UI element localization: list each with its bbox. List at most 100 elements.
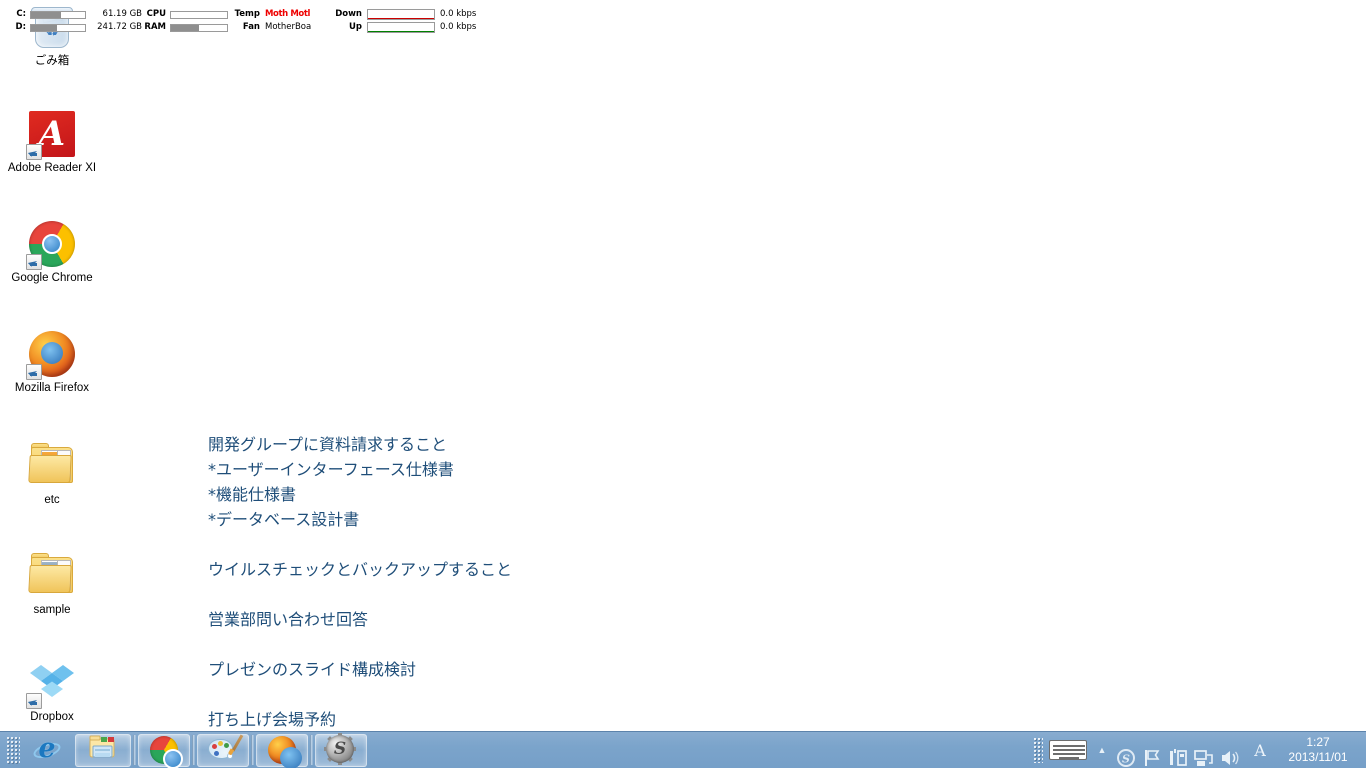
ime-keyboard-icon[interactable] — [1049, 740, 1087, 760]
flag-icon[interactable] — [1142, 739, 1164, 766]
paint-palette-icon — [208, 734, 244, 765]
note-line: 開発グループに資料請求すること — [208, 435, 448, 454]
taskbar-separator — [310, 735, 313, 765]
dropbox-icon — [26, 660, 76, 709]
shortcut-overlay-icon — [26, 364, 42, 380]
temp-label: Temp — [234, 9, 260, 19]
network-icon[interactable] — [1194, 739, 1216, 766]
desktop-icon-label: etc — [44, 494, 60, 506]
chrome-icon — [26, 221, 76, 270]
fan-value: MotherBoa — [265, 22, 312, 32]
desktop-icon-google-chrome[interactable]: Google Chrome — [0, 220, 104, 285]
firefox-icon — [267, 735, 302, 768]
shortcut-overlay-icon — [26, 693, 42, 709]
disk-usage-group: C: 61.19 GB D: 241.72 GB — [14, 8, 142, 34]
clock-date: 2013/11/01 — [1288, 750, 1348, 764]
taskbar-separator — [192, 735, 195, 765]
speaker-icon[interactable] — [1220, 739, 1242, 765]
chrome-icon — [149, 735, 183, 768]
desktop-icon-dropbox[interactable]: Dropbox — [0, 660, 104, 724]
note-line: *機能仕様書 — [208, 485, 297, 504]
chevron-up-icon[interactable]: ▲ — [1095, 732, 1109, 768]
desktop-icon-label: Google Chrome — [11, 272, 93, 284]
upload-graph — [367, 22, 435, 33]
temp-value: Moth Motl — [265, 9, 311, 19]
desktop[interactable]: C: 61.19 GB D: 241.72 GB CPU RAM Temp Mo… — [0, 0, 1366, 768]
disk-d-value: 241.72 GB — [97, 22, 142, 32]
upload-label: Up — [349, 22, 362, 32]
sandboxie-gear-icon: S — [324, 733, 356, 765]
disk-c-label: C: — [16, 9, 26, 19]
note-line: *ユーザーインターフェース仕様書 — [208, 460, 454, 479]
system-tray[interactable]: ▲ S A 1:27 2013/11/01 — [1033, 732, 1366, 768]
taskbar-button-internet-explorer[interactable]: e — [21, 733, 73, 767]
desktop-icon-mozilla-firefox[interactable]: Mozilla Firefox — [0, 330, 104, 395]
disk-d-gauge — [30, 23, 86, 32]
taskbar-button-sandboxie[interactable]: S — [315, 733, 367, 767]
ram-gauge — [170, 23, 228, 32]
desktop-notes: 開発グループに資料請求すること *ユーザーインターフェース仕様書 *機能仕様書 *デー… — [208, 432, 512, 732]
ram-row: RAM — [140, 21, 232, 34]
cpu-gauge — [170, 10, 228, 19]
temperature-group: Temp Moth Motl Fan MotherBoa — [228, 8, 312, 34]
tray-drag-handle[interactable] — [1033, 737, 1043, 763]
taskbar-drag-handle[interactable] — [6, 736, 20, 764]
disk-c-value: 61.19 GB — [102, 9, 142, 19]
taskbar-button-mozilla-firefox[interactable] — [256, 733, 308, 768]
taskbar-separator — [133, 735, 136, 765]
note-line: 営業部問い合わせ回答 — [208, 610, 369, 629]
desktop-icon-label: sample — [33, 604, 71, 616]
note-line: プレゼンのスライド構成検討 — [208, 660, 417, 679]
shortcut-overlay-icon — [26, 144, 42, 160]
internet-explorer-icon: e — [31, 733, 63, 765]
disk-row-c: C: 61.19 GB — [14, 8, 142, 21]
taskbar[interactable]: e S ▲ S A 1:27 2013/11/01 — [0, 731, 1366, 768]
desktop-icon-label: ごみ箱 — [34, 55, 70, 67]
fan-label: Fan — [242, 22, 260, 32]
disk-row-d: D: 241.72 GB — [14, 21, 142, 34]
disk-c-gauge — [30, 10, 86, 19]
system-monitor-gadget: C: 61.19 GB D: 241.72 GB CPU RAM Temp Mo… — [0, 0, 480, 36]
ram-label: RAM — [144, 22, 166, 32]
ime-mode-indicator[interactable]: A — [1250, 732, 1270, 768]
note-line: ウイルスチェックとバックアップすること — [208, 560, 513, 579]
note-spacer — [208, 632, 512, 657]
network-group: Down 0.0 kbps Up 0.0 kbps — [332, 8, 486, 34]
desktop-icon-folder-sample[interactable]: sample — [0, 550, 104, 617]
desktop-icon-label: Mozilla Firefox — [14, 382, 90, 394]
taskbar-clock[interactable]: 1:27 2013/11/01 — [1274, 735, 1366, 765]
note-spacer — [208, 682, 512, 707]
upload-value: 0.0 kbps — [440, 22, 477, 32]
sandboxie-tray-icon[interactable]: S — [1116, 739, 1138, 767]
temp-row: Temp Moth Motl — [228, 8, 311, 21]
folder-icon — [28, 553, 76, 601]
download-value: 0.0 kbps — [440, 9, 477, 19]
shortcut-overlay-icon — [26, 254, 42, 270]
firefox-icon — [26, 331, 76, 380]
taskbar-button-paint[interactable] — [197, 733, 249, 767]
desktop-icon-folder-etc[interactable]: etc — [0, 440, 104, 507]
cpu-ram-group: CPU RAM — [140, 8, 232, 34]
note-line: 打ち上げ会場予約 — [208, 710, 337, 729]
taskbar-button-google-chrome[interactable] — [138, 733, 190, 768]
disk-d-label: D: — [15, 22, 26, 32]
taskbar-button-windows-explorer[interactable] — [75, 733, 131, 767]
taskbar-separator — [251, 735, 254, 765]
cpu-row: CPU — [140, 8, 232, 21]
download-label: Down — [335, 9, 362, 19]
cpu-label: CPU — [146, 9, 166, 19]
usb-device-icon[interactable] — [1168, 739, 1190, 766]
download-graph — [367, 9, 435, 20]
note-line: *データベース設計書 — [208, 510, 360, 529]
clock-time: 1:27 — [1306, 735, 1330, 749]
folder-icon — [28, 443, 76, 491]
fan-row: Fan MotherBoa — [228, 21, 311, 34]
desktop-icon-label: Dropbox — [30, 711, 74, 723]
desktop-icon-adobe-reader[interactable]: A Adobe Reader XI — [0, 110, 104, 175]
folder-explorer-icon — [88, 735, 118, 765]
download-row: Down 0.0 kbps — [332, 8, 486, 21]
adobe-reader-icon: A — [26, 111, 76, 160]
note-spacer — [208, 582, 512, 607]
desktop-icon-label: Adobe Reader XI — [7, 162, 97, 174]
note-spacer — [208, 532, 512, 557]
